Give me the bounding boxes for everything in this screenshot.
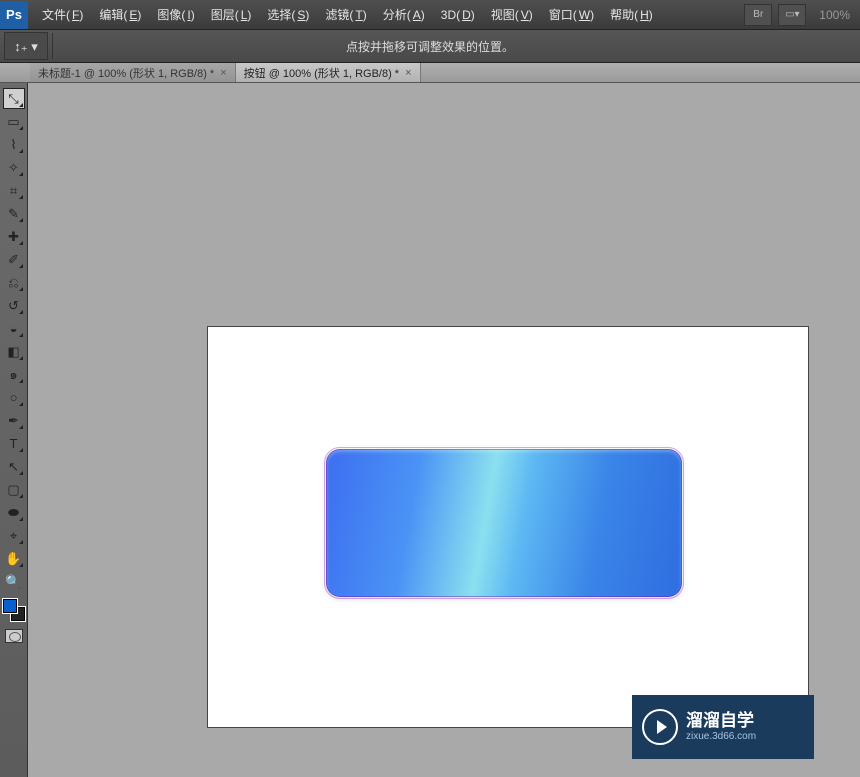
history-brush-tool[interactable]: ↺	[3, 295, 25, 316]
menu-item-f[interactable]: 文件(F)	[34, 0, 91, 29]
zoom-level-label: 100%	[809, 8, 860, 22]
rounded-rectangle-shape[interactable]	[326, 449, 682, 597]
menubar: Ps 文件(F)编辑(E)图像(I)图层(L)选择(S)滤镜(T)分析(A)3D…	[0, 0, 860, 30]
zoom-tool-icon: 🔍	[5, 575, 21, 588]
menu-item-w[interactable]: 窗口(W)	[541, 0, 602, 29]
menu-item-t[interactable]: 滤镜(T)	[317, 0, 374, 29]
screen-mode-button[interactable]: ▭▾	[778, 4, 806, 26]
3d-tool[interactable]: ⬬	[3, 502, 25, 523]
quick-mask-mode-button[interactable]	[5, 629, 23, 643]
marquee-tool-icon: ▭	[7, 115, 19, 128]
document-tab-bar: 未标题-1 @ 100% (形状 1, RGB/8) *×按钮 @ 100% (…	[0, 63, 860, 83]
lasso-tool-icon: ⌇	[10, 138, 16, 151]
move-tool-icon: ⤡	[8, 92, 18, 105]
zoom-tool[interactable]: 🔍	[3, 571, 25, 592]
document-canvas[interactable]	[208, 327, 808, 727]
hand-tool-icon: ✋	[5, 552, 21, 565]
play-circle-icon	[642, 709, 678, 745]
rectangle-shape-tool[interactable]: ▢	[3, 479, 25, 500]
type-tool[interactable]: T	[3, 433, 25, 454]
toolbox: ⤡ ▭ ⌇ ✧ ⌗ ✎ ✚ ✐ ⎌ ↺ ◒ ◧ ๑ ○ ✒ T ↖ ▢ ⬬ ⌖ ✋ 🔍	[0, 83, 28, 777]
watermark-subtitle: zixue.3d66.com	[686, 731, 756, 743]
menu-item-i[interactable]: 图像(I)	[149, 0, 202, 29]
hand-tool[interactable]: ✋	[3, 548, 25, 569]
type-tool-icon: T	[10, 437, 18, 450]
history-brush-tool-icon: ↺	[8, 299, 19, 312]
gradient-tool[interactable]: ◧	[3, 341, 25, 362]
healing-brush-tool[interactable]: ✚	[3, 226, 25, 247]
gradient-tool-icon: ◧	[7, 345, 19, 358]
rectangle-shape-tool-icon: ▢	[7, 483, 19, 496]
options-bar: ↕₊ ▾ 点按并拖移可调整效果的位置。	[0, 30, 860, 63]
menu-item-h[interactable]: 帮助(H)	[602, 0, 661, 29]
eraser-tool[interactable]: ◒	[3, 318, 25, 339]
foreground-color-swatch[interactable]	[3, 599, 17, 613]
blur-tool[interactable]: ๑	[3, 364, 25, 385]
path-selection-tool-icon: ↖	[8, 460, 19, 473]
tool-preset-picker[interactable]: ↕₊ ▾	[4, 32, 48, 60]
brush-tool-icon: ✐	[8, 253, 19, 266]
3d-tool-icon: ⬬	[8, 506, 19, 519]
document-tab-label: 按钮 @ 100% (形状 1, RGB/8) *	[244, 65, 399, 81]
close-icon[interactable]: ×	[405, 67, 411, 79]
app-logo: Ps	[0, 1, 28, 29]
menu-item-e[interactable]: 编辑(E)	[91, 0, 149, 29]
lasso-tool[interactable]: ⌇	[3, 134, 25, 155]
move-tool[interactable]: ⤡	[3, 88, 25, 109]
move-preset-icon: ↕₊ ▾	[14, 40, 38, 53]
clone-stamp-tool-icon: ⎌	[8, 276, 18, 289]
document-tab[interactable]: 按钮 @ 100% (形状 1, RGB/8) * ×	[236, 63, 421, 82]
dodge-tool[interactable]: ○	[3, 387, 25, 408]
options-hint-text: 点按并拖移可调整效果的位置。	[346, 38, 514, 55]
menu-item-v[interactable]: 视图(V)	[483, 0, 541, 29]
dodge-tool-icon: ○	[10, 391, 18, 404]
marquee-tool[interactable]: ▭	[3, 111, 25, 132]
clone-stamp-tool[interactable]: ⎌	[3, 272, 25, 293]
bridge-button[interactable]: Br	[744, 4, 772, 26]
watermark-title: 溜溜自学	[686, 711, 756, 731]
menu-item-l[interactable]: 图层(L)	[203, 0, 260, 29]
crop-tool-icon: ⌗	[10, 184, 17, 197]
3d-camera-tool-icon: ⌖	[10, 529, 17, 542]
color-swatches[interactable]	[3, 599, 25, 621]
workspace: ⤡ ▭ ⌇ ✧ ⌗ ✎ ✚ ✐ ⎌ ↺ ◒ ◧ ๑ ○ ✒ T ↖ ▢ ⬬ ⌖ ✋ 🔍 溜溜自学 zixue.3d66.c…	[0, 83, 860, 777]
healing-brush-tool-icon: ✚	[8, 230, 19, 243]
menu-item-s[interactable]: 选择(S)	[259, 0, 317, 29]
brush-tool[interactable]: ✐	[3, 249, 25, 270]
blur-tool-icon: ๑	[9, 368, 17, 381]
document-tab-label: 未标题-1 @ 100% (形状 1, RGB/8) *	[38, 65, 214, 81]
eyedropper-tool[interactable]: ✎	[3, 203, 25, 224]
separator	[52, 33, 53, 59]
eraser-tool-icon: ◒	[10, 322, 18, 335]
document-tab[interactable]: 未标题-1 @ 100% (形状 1, RGB/8) * ×	[30, 63, 236, 82]
pen-tool-icon: ✒	[8, 414, 19, 427]
path-selection-tool[interactable]: ↖	[3, 456, 25, 477]
watermark: 溜溜自学 zixue.3d66.com	[632, 695, 814, 759]
crop-tool[interactable]: ⌗	[3, 180, 25, 201]
3d-camera-tool[interactable]: ⌖	[3, 525, 25, 546]
eyedropper-tool-icon: ✎	[8, 207, 19, 220]
close-icon[interactable]: ×	[220, 67, 226, 79]
menu-item-d[interactable]: 3D(D)	[433, 0, 483, 29]
magic-wand-tool-icon: ✧	[8, 161, 19, 174]
menu-item-a[interactable]: 分析(A)	[375, 0, 433, 29]
pen-tool[interactable]: ✒	[3, 410, 25, 431]
canvas-area[interactable]: 溜溜自学 zixue.3d66.com	[28, 83, 860, 777]
magic-wand-tool[interactable]: ✧	[3, 157, 25, 178]
